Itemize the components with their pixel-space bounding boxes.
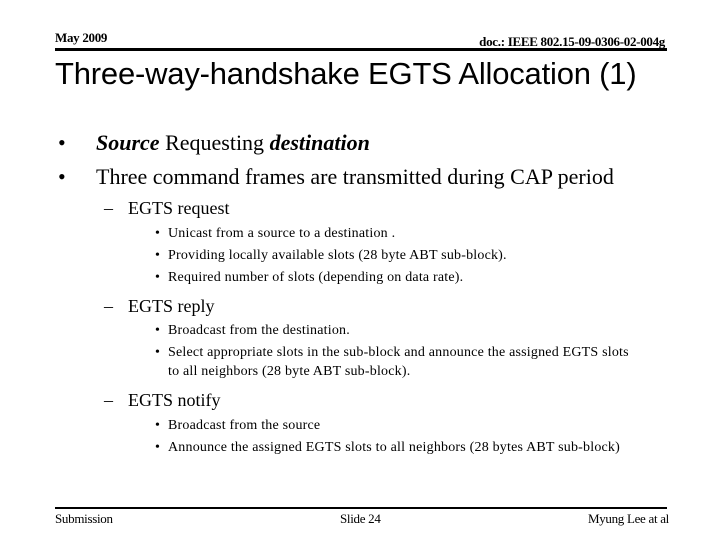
footer-author: Myung Lee at al (587, 511, 669, 526)
bullet-text-source: Source (96, 130, 160, 155)
list-item-text: Broadcast from the source (168, 418, 321, 433)
egts-reply-details: • Broadcast from the destination. • Select… (155, 320, 629, 383)
list-item: • Unicast from a source to a destination … (155, 223, 507, 245)
sub-bullet-egts-reply: – EGTS reply (104, 296, 214, 317)
slide-title: Three-way-handshake EGTS Allocation (1) (55, 56, 637, 91)
sub-bullet-label: EGTS request (128, 198, 230, 218)
footer-submission: Submission (55, 511, 113, 526)
dash-icon: – (104, 390, 113, 410)
list-item-text: Providing locally available slots (28 by… (168, 248, 507, 263)
list-item-text: Select appropriate slots in the sub-bloc… (168, 345, 629, 360)
sub-bullet-egts-request: – EGTS request (104, 198, 229, 219)
egts-notify-details: • Broadcast from the source • Announce the… (155, 415, 620, 459)
bullet-icon: • (58, 130, 66, 155)
header-date: May 2009 (55, 30, 108, 45)
bullet-icon: • (58, 164, 66, 189)
dash-icon: – (104, 198, 113, 218)
header-divider (55, 48, 667, 51)
bullet-icon: • (155, 270, 161, 285)
bullet-source-requesting: • Source Requesting destination (55, 130, 370, 156)
sub-bullet-label: EGTS reply (128, 296, 215, 316)
list-item: • Announce the assigned EGTS slots to all… (155, 437, 620, 459)
egts-request-details: • Unicast from a source to a destination … (155, 223, 507, 289)
bullet-text: Three command frames are transmitted dur… (96, 164, 614, 189)
bullet-three-command-frames: • Three command frames are transmitted du… (55, 164, 614, 190)
sub-bullet-egts-notify: – EGTS notify (104, 390, 221, 411)
list-item: • Providing locally available slots (28 b… (155, 245, 507, 267)
bullet-icon: • (155, 248, 161, 263)
list-item-text: Unicast from a source to a destination . (168, 226, 396, 241)
list-item: • Broadcast from the source (155, 415, 620, 437)
bullet-icon: • (155, 323, 161, 338)
dash-icon: – (104, 296, 113, 316)
bullet-text-destination: destination (269, 130, 370, 155)
list-item: • Required number of slots (depending on … (155, 267, 507, 289)
footer-divider (55, 507, 667, 509)
list-item-text: Required number of slots (depending on d… (168, 270, 464, 285)
bullet-icon: • (155, 226, 161, 241)
bullet-icon: • (155, 440, 161, 455)
list-item-continuation: to all neighbors (28 byte ABT sub-block)… (156, 361, 629, 383)
list-item-text: Announce the assigned EGTS slots to all … (168, 440, 620, 455)
bullet-icon: • (155, 418, 161, 433)
bullet-text-requesting: Requesting (159, 130, 270, 155)
sub-bullet-label: EGTS notify (128, 390, 221, 410)
list-item: • Broadcast from the destination. (155, 320, 629, 342)
footer-slide-number: Slide 24 (340, 511, 381, 526)
list-item-text: Broadcast from the destination. (168, 323, 350, 338)
list-item-text: to all neighbors (28 byte ABT sub-block)… (168, 364, 411, 379)
